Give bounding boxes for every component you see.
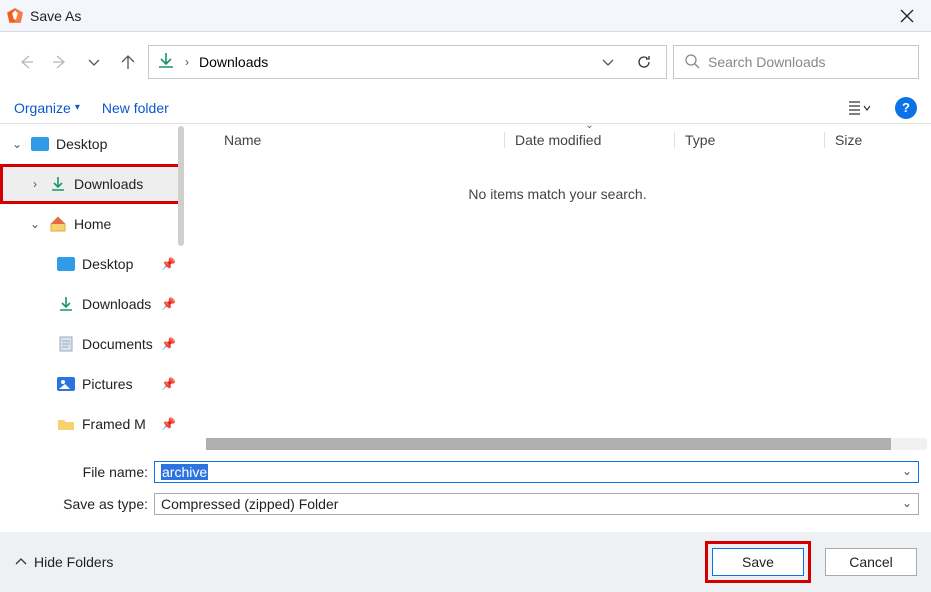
nav-row: › Downloads bbox=[0, 32, 931, 92]
recent-dropdown[interactable] bbox=[80, 48, 108, 76]
savetype-select[interactable]: Compressed (zipped) Folder ⌄ bbox=[154, 493, 919, 515]
forward-button[interactable] bbox=[46, 48, 74, 76]
help-button[interactable]: ? bbox=[895, 97, 917, 119]
back-button[interactable] bbox=[12, 48, 40, 76]
home-icon bbox=[48, 215, 68, 233]
chevron-right-icon: › bbox=[185, 55, 189, 69]
tree-child-framed[interactable]: Framed M 📌 bbox=[0, 404, 184, 444]
pin-icon: 📌 bbox=[161, 417, 176, 431]
tree-label: Desktop bbox=[82, 256, 133, 272]
tree-desktop[interactable]: ⌄ Desktop bbox=[0, 124, 184, 164]
documents-icon bbox=[56, 335, 76, 353]
up-button[interactable] bbox=[114, 48, 142, 76]
search-input[interactable] bbox=[708, 54, 908, 70]
tree-child-documents[interactable]: Documents 📌 bbox=[0, 324, 184, 364]
col-size[interactable]: Size bbox=[824, 132, 921, 148]
pictures-icon bbox=[56, 375, 76, 393]
downloads-icon bbox=[157, 52, 175, 73]
folder-tree: ⌄ Desktop › Downloads ⌄ Home Desktop 📌 D… bbox=[0, 124, 184, 450]
tree-label: Desktop bbox=[56, 136, 107, 152]
empty-message: No items match your search. bbox=[184, 186, 931, 202]
search-box[interactable] bbox=[673, 45, 919, 79]
breadcrumb-dropdown[interactable] bbox=[594, 46, 622, 78]
pin-icon: 📌 bbox=[161, 297, 176, 311]
toolbar: Organize▾ New folder ? bbox=[0, 92, 931, 124]
pin-icon: 📌 bbox=[161, 257, 176, 271]
hide-folders-button[interactable]: Hide Folders bbox=[14, 554, 113, 571]
save-fields: File name: archive ⌄ Save as type: Compr… bbox=[0, 450, 931, 532]
footer: Hide Folders Save Cancel bbox=[0, 532, 931, 592]
cancel-button[interactable]: Cancel bbox=[825, 548, 917, 576]
downloads-icon bbox=[48, 175, 68, 193]
view-menu[interactable] bbox=[845, 94, 873, 122]
col-type[interactable]: Type bbox=[674, 132, 824, 148]
desktop-icon bbox=[56, 255, 76, 273]
col-name[interactable]: Name bbox=[194, 132, 504, 148]
chevron-down-icon[interactable]: ⌄ bbox=[902, 464, 912, 478]
filename-value: archive bbox=[161, 464, 208, 480]
save-highlight: Save bbox=[705, 541, 811, 583]
tree-child-pictures[interactable]: Pictures 📌 bbox=[0, 364, 184, 404]
search-icon bbox=[684, 53, 700, 72]
pin-icon: 📌 bbox=[161, 337, 176, 351]
desktop-icon bbox=[30, 135, 50, 153]
tree-label: Pictures bbox=[82, 376, 133, 392]
tree-label: Documents bbox=[82, 336, 153, 352]
tree-downloads[interactable]: › Downloads bbox=[0, 164, 184, 204]
save-button[interactable]: Save bbox=[712, 548, 804, 576]
tree-child-desktop[interactable]: Desktop 📌 bbox=[0, 244, 184, 284]
filename-input[interactable]: archive ⌄ bbox=[154, 461, 919, 483]
tree-child-downloads[interactable]: Downloads 📌 bbox=[0, 284, 184, 324]
horizontal-scrollbar[interactable] bbox=[206, 438, 927, 450]
title-bar: Save As bbox=[0, 0, 931, 32]
chevron-right-icon[interactable]: › bbox=[28, 177, 42, 191]
chevron-down-icon[interactable]: ⌄ bbox=[10, 137, 24, 151]
folder-icon bbox=[56, 415, 76, 433]
refresh-button[interactable] bbox=[630, 46, 658, 78]
column-headers[interactable]: Name ⌄Date modified Type Size bbox=[184, 124, 931, 156]
file-list: Name ⌄Date modified Type Size No items m… bbox=[184, 124, 931, 450]
filename-label: File name: bbox=[30, 464, 148, 480]
sort-chevron-icon: ⌄ bbox=[585, 120, 593, 131]
tree-label: Downloads bbox=[82, 296, 151, 312]
downloads-icon bbox=[56, 295, 76, 313]
chevron-down-icon[interactable]: ⌄ bbox=[28, 217, 42, 231]
chevron-down-icon[interactable]: ⌄ bbox=[902, 496, 912, 510]
tree-label: Downloads bbox=[74, 176, 143, 192]
breadcrumb-current[interactable]: Downloads bbox=[199, 54, 268, 70]
close-button[interactable] bbox=[889, 0, 925, 32]
savetype-value: Compressed (zipped) Folder bbox=[161, 496, 338, 512]
col-date[interactable]: ⌄Date modified bbox=[504, 132, 674, 148]
breadcrumb[interactable]: › Downloads bbox=[148, 45, 667, 79]
organize-menu[interactable]: Organize▾ bbox=[14, 100, 80, 116]
tree-label: Framed M bbox=[82, 416, 146, 432]
chevron-up-icon bbox=[14, 554, 28, 571]
window-title: Save As bbox=[30, 8, 81, 24]
app-icon bbox=[6, 7, 24, 25]
pin-icon: 📌 bbox=[161, 377, 176, 391]
new-folder-button[interactable]: New folder bbox=[102, 100, 169, 116]
tree-label: Home bbox=[74, 216, 111, 232]
tree-home[interactable]: ⌄ Home bbox=[0, 204, 184, 244]
savetype-label: Save as type: bbox=[30, 496, 148, 512]
